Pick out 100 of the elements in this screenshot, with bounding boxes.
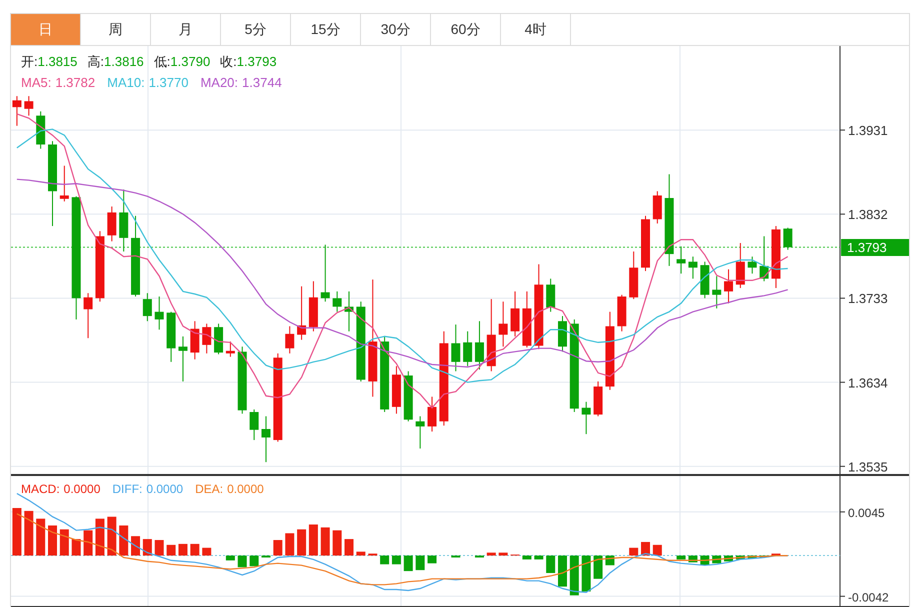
histogram-bar bbox=[428, 556, 437, 564]
legend-value: 1.3793 bbox=[236, 53, 277, 71]
histogram-bar bbox=[297, 529, 306, 556]
candlestick bbox=[558, 316, 567, 352]
histogram-bar bbox=[238, 556, 247, 568]
histogram-bar bbox=[12, 508, 22, 556]
histogram-bar bbox=[736, 556, 745, 560]
histogram-bar bbox=[404, 556, 413, 572]
candlestick bbox=[416, 416, 425, 450]
candlestick bbox=[36, 110, 46, 150]
candlestick bbox=[60, 165, 69, 202]
axis-label: -0.0042 bbox=[848, 590, 889, 604]
histogram-bar bbox=[724, 556, 734, 562]
candlestick bbox=[404, 370, 413, 422]
candlestick bbox=[297, 286, 306, 340]
axis-label: 1.3733 bbox=[848, 291, 888, 306]
histogram-bar bbox=[332, 530, 342, 556]
histogram-bar bbox=[652, 544, 662, 556]
legend-label: MA10: bbox=[107, 74, 145, 92]
histogram-bar bbox=[356, 552, 366, 556]
histogram-bar bbox=[594, 556, 603, 579]
candlestick bbox=[392, 366, 401, 414]
histogram-bar bbox=[534, 556, 544, 560]
histogram-bar bbox=[344, 539, 354, 556]
legend-label: 低: bbox=[154, 53, 170, 71]
legend-value: 1.3744 bbox=[242, 74, 282, 92]
histogram-bar bbox=[226, 556, 235, 560]
candlestick bbox=[262, 416, 270, 463]
candlestick bbox=[760, 236, 769, 282]
histogram-bar bbox=[119, 525, 128, 556]
legend-label: MACD: bbox=[21, 481, 60, 498]
histogram-bar bbox=[131, 536, 140, 556]
histogram-bar bbox=[546, 556, 556, 574]
candlestick bbox=[736, 242, 745, 289]
histogram-bar bbox=[202, 548, 212, 556]
legend-label: MA20: bbox=[200, 74, 238, 92]
candlestick bbox=[771, 226, 780, 289]
candlestick bbox=[522, 290, 532, 348]
legend-value: 0.0000 bbox=[64, 481, 100, 498]
candlestick bbox=[783, 227, 792, 250]
candlestick bbox=[474, 320, 484, 370]
candlestick bbox=[202, 323, 212, 354]
histogram-bar bbox=[308, 524, 318, 556]
legend-value: 1.3770 bbox=[148, 74, 188, 92]
histogram-bar bbox=[142, 539, 152, 556]
candlestick bbox=[344, 290, 354, 332]
histogram-bar bbox=[486, 552, 496, 556]
candlestick bbox=[214, 323, 224, 355]
histogram-bar bbox=[676, 556, 686, 560]
histogram-bar bbox=[522, 556, 532, 560]
candlestick bbox=[24, 96, 34, 116]
histogram-bar bbox=[368, 554, 378, 556]
candlestick bbox=[226, 341, 235, 358]
histogram-bar bbox=[570, 556, 579, 596]
axis-label: 1.3931 bbox=[848, 123, 888, 138]
candlestick bbox=[119, 189, 128, 252]
legend-label: DEA: bbox=[195, 481, 224, 498]
histogram-bar bbox=[582, 556, 591, 592]
candlestick bbox=[463, 330, 472, 367]
candlestick bbox=[688, 256, 698, 280]
legend-label: DIFF: bbox=[112, 481, 142, 498]
price-tag: 1.3793 bbox=[841, 239, 909, 256]
histogram-bar bbox=[285, 533, 294, 556]
axis-label: 1.3535 bbox=[848, 459, 888, 474]
histogram-bar bbox=[392, 556, 401, 564]
candlestick bbox=[652, 190, 662, 224]
histogram-bar bbox=[558, 556, 567, 587]
histogram-bar bbox=[178, 544, 188, 556]
legend-value: 1.3816 bbox=[104, 53, 144, 71]
candlestick bbox=[641, 215, 650, 272]
candlestick bbox=[320, 244, 330, 302]
candlestick bbox=[748, 256, 757, 274]
histogram-bar bbox=[166, 544, 176, 556]
candlestick bbox=[451, 324, 460, 372]
histogram-bar bbox=[416, 556, 425, 570]
candlestick bbox=[190, 320, 200, 360]
candlestick bbox=[498, 301, 508, 348]
candlestick bbox=[238, 346, 247, 414]
candlestick bbox=[142, 292, 152, 322]
legend-value: 1.3815 bbox=[38, 53, 78, 71]
candlestick bbox=[594, 380, 603, 417]
histogram-bar bbox=[154, 540, 164, 556]
histogram-bar bbox=[24, 510, 34, 556]
histogram-bar bbox=[380, 556, 390, 564]
histogram-bar bbox=[320, 527, 330, 556]
legend-label: MA5: bbox=[21, 74, 52, 92]
legend-label: 高: bbox=[87, 53, 104, 71]
candlestick bbox=[84, 292, 93, 339]
candlestick bbox=[676, 246, 686, 274]
candlestick bbox=[546, 278, 556, 312]
candlestick bbox=[250, 408, 259, 441]
legend-label: 收: bbox=[220, 53, 237, 71]
histogram-bar bbox=[273, 540, 282, 556]
candlestick bbox=[617, 294, 626, 332]
histogram-bar bbox=[60, 529, 69, 556]
histogram-bar bbox=[250, 556, 259, 566]
candlestick bbox=[724, 268, 734, 304]
axis-label: 1.3832 bbox=[848, 207, 888, 222]
histogram-bar bbox=[629, 548, 638, 556]
candlestick bbox=[428, 396, 437, 432]
